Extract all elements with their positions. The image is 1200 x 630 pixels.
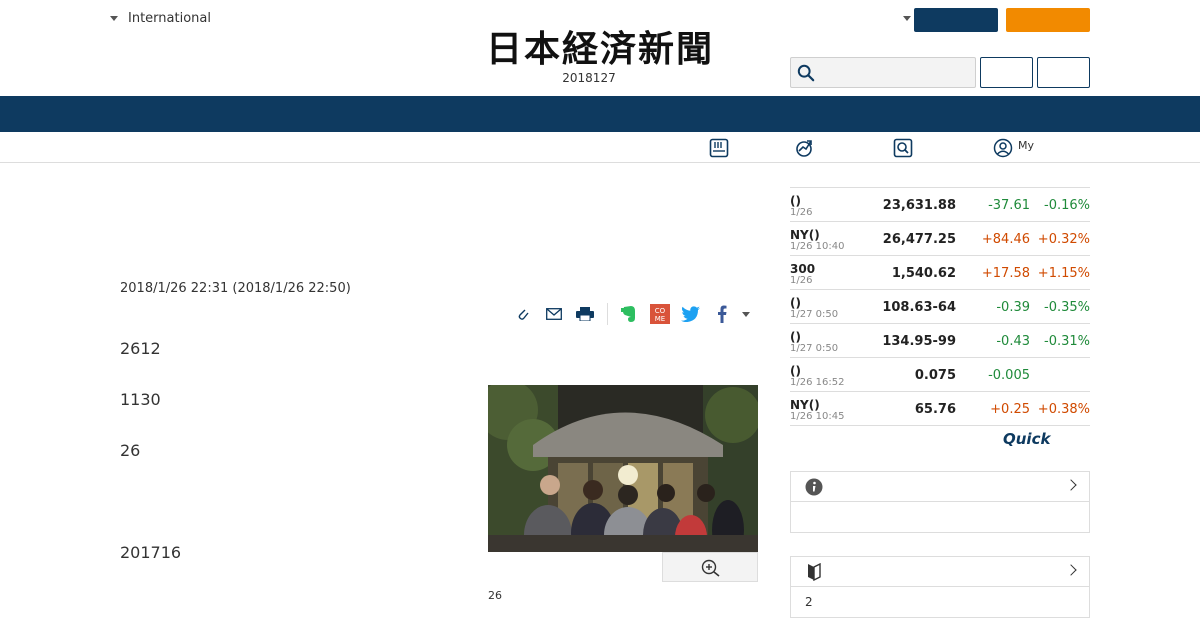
market-chart-icon[interactable] [794,138,814,158]
subscribe-button[interactable] [1006,8,1090,32]
evernote-icon[interactable] [618,303,640,325]
market-row[interactable]: () 1/26 23,631.88 -37.61 -0.16% [790,188,1090,222]
login-button[interactable] [914,8,998,32]
print-icon[interactable] [574,303,596,325]
market-percent: -0.31% [1044,334,1090,349]
info-box-header[interactable] [791,472,1089,502]
market-percent: -0.35% [1044,300,1090,315]
header-button-1[interactable] [980,57,1033,88]
market-change: +17.58 [981,266,1030,281]
share-divider [607,303,608,325]
market-name: NY() [790,398,820,412]
article-published-date: 2018/1/26 22:31 (2018/1/26 22:50) [120,281,351,296]
edition-date: 2018127 [562,71,616,85]
mail-icon[interactable] [543,303,565,325]
market-row[interactable]: () 1/26 16:52 0.075 -0.005 [790,358,1090,392]
comment-icon[interactable]: CO ME [649,303,671,325]
market-value: 26,477.25 [882,232,956,247]
beginner-box: 2 [790,556,1090,618]
info-icon [805,478,823,496]
market-change: -0.39 [996,300,1030,315]
search-screen-icon[interactable] [893,138,913,158]
market-time: 1/26 16:52 [790,377,845,388]
market-change: -0.43 [996,334,1030,349]
info-box-body [791,502,1089,532]
user-icon[interactable] [993,138,1013,158]
search-icon [797,64,815,82]
main-navigation-bar [0,96,1200,132]
market-data-table: () 1/26 23,631.88 -37.61 -0.16% NY() 1/2… [790,187,1090,426]
region-selector[interactable]: International [110,11,211,26]
zoom-in-icon [701,559,720,577]
photo-zoom-button[interactable] [662,552,758,582]
market-row[interactable]: () 1/27 0:50 108.63-64 -0.39 -0.35% [790,290,1090,324]
twitter-icon[interactable] [680,303,702,325]
article-photo[interactable] [488,385,758,552]
market-value: 108.63-64 [882,300,956,315]
market-value: 134.95-99 [882,334,956,349]
market-name: () [790,330,801,344]
header-button-2[interactable] [1037,57,1090,88]
market-row[interactable]: 300 1/26 1,540.62 +17.58 +1.15% [790,256,1090,290]
beginner-mark-icon [808,563,821,581]
quick-logo[interactable]: Quick [1003,430,1050,448]
market-name: () [790,194,801,208]
beginner-box-body[interactable]: 2 [791,587,1089,617]
market-percent: +0.38% [1037,402,1090,417]
market-time: 1/27 0:50 [790,343,839,354]
chevron-right-icon [1065,479,1077,491]
market-time: 1/26 [790,207,813,218]
article-paragraph: 26 [120,441,141,460]
market-percent: +1.15% [1037,266,1090,281]
clip-icon[interactable] [512,303,534,325]
svg-text:CO: CO [655,307,666,315]
market-name: () [790,364,801,378]
market-percent: +0.32% [1037,232,1090,247]
market-row[interactable]: () 1/27 0:50 134.95-99 -0.43 -0.31% [790,324,1090,358]
market-time: 1/26 10:45 [790,411,845,422]
info-box [790,471,1090,533]
newspaper-logo[interactable]: 日本経済新聞 [452,27,748,71]
caret-down-icon[interactable] [903,16,911,21]
svg-text:ME: ME [655,315,665,323]
newspaper-viewer-icon[interactable] [709,138,729,158]
photo-caption: 26 [488,589,502,602]
more-share-icon[interactable] [742,311,750,317]
article-paragraph: 201716 [120,543,182,562]
market-change: +84.46 [981,232,1030,247]
beginner-box-header[interactable] [791,557,1089,587]
market-value: 65.76 [914,402,956,417]
region-label: International [128,11,211,26]
market-change: -0.005 [988,368,1030,383]
search-input[interactable] [790,57,976,88]
market-time: 1/26 10:40 [790,241,845,252]
market-name: () [790,296,801,310]
market-row[interactable]: NY() 1/26 10:45 65.76 +0.25 +0.38% [790,392,1090,426]
market-value: 23,631.88 [882,198,956,213]
beginner-box-text: 2 [805,595,813,609]
market-name: NY() [790,228,820,242]
article-paragraph: 1130 [120,390,161,409]
market-name: 300 [790,262,816,276]
article-paragraph: 2612 [120,339,161,358]
market-value: 0.075 [914,368,956,383]
market-row[interactable]: NY() 1/26 10:40 26,477.25 +84.46 +0.32% [790,222,1090,256]
market-time: 1/27 0:50 [790,309,839,320]
market-change: +0.25 [990,402,1030,417]
caret-down-icon [110,16,118,21]
share-toolbar: CO ME [512,302,750,326]
sub-navigation: My [0,132,1200,163]
my-page-link[interactable]: My [1018,139,1034,152]
market-value: 1,540.62 [891,266,956,281]
market-change: -37.61 [988,198,1030,213]
facebook-icon[interactable] [711,303,733,325]
market-percent: -0.16% [1044,198,1090,213]
chevron-right-icon [1065,564,1077,576]
market-time: 1/26 [790,275,813,286]
